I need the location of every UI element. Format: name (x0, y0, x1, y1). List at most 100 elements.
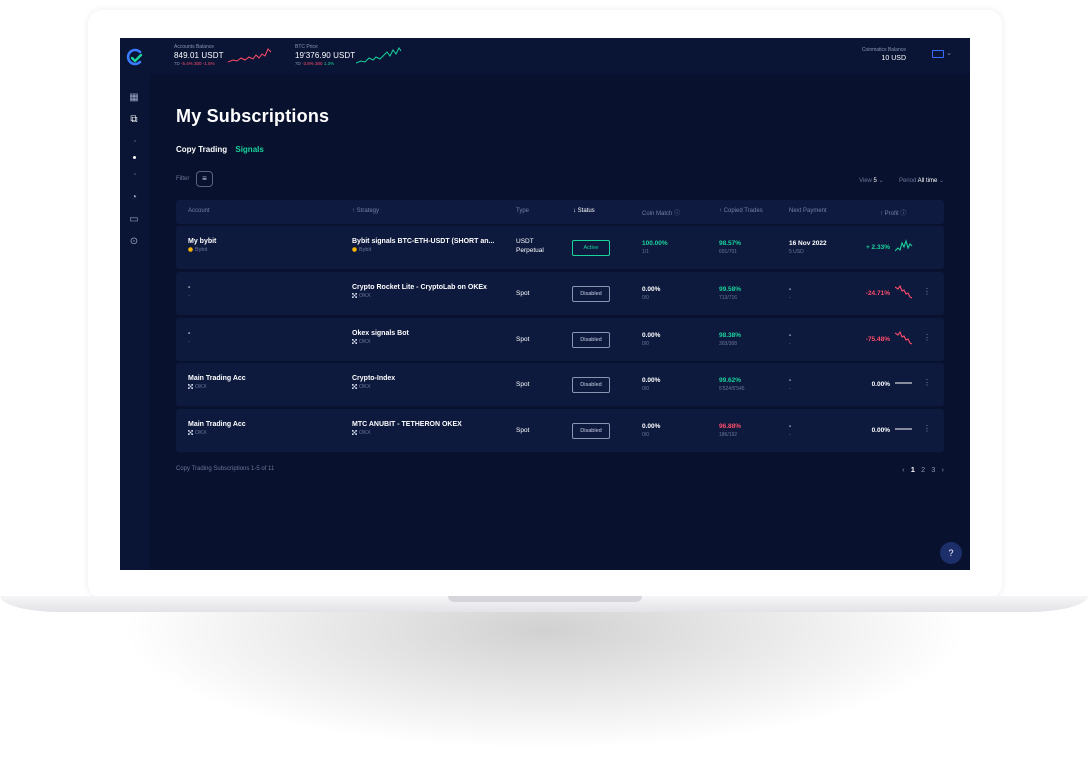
accounts-balance-ticker: Accounts Balance 849.01 USDT 7D -5.4% 30… (174, 44, 224, 66)
next-payment-date: - (789, 286, 792, 293)
cell-strategy[interactable]: Okex signals Bot OKX (352, 330, 409, 345)
cell-copied-trades: 98.38% 303/308 (719, 332, 741, 347)
header-status[interactable]: ↓ Status (573, 208, 595, 214)
header-copied-trades[interactable]: ↑ Copied Trades (719, 208, 763, 214)
table-row[interactable]: - - Crypto Rocket Lite - CryptoLab on OKEx… (176, 272, 944, 315)
filter-button[interactable]: ≡ (196, 171, 213, 187)
profit-value: 0.00% (871, 381, 890, 388)
cell-next-payment: -- (789, 423, 791, 438)
header-next-payment[interactable]: Next Payment (789, 208, 827, 214)
bybit-exchange-icon (352, 247, 357, 252)
row-menu-kebab-icon[interactable]: ⋮ (923, 287, 931, 296)
account-name: My bybit (188, 238, 217, 245)
okx-exchange-icon (352, 430, 357, 436)
info-icon: ⓘ (900, 211, 907, 217)
help-circle-icon[interactable]: ⊙ (128, 236, 140, 248)
profit-sparkline (895, 285, 913, 299)
help-fab-icon[interactable]: ? (940, 542, 962, 564)
cell-coin-match: 0.00% 0/0 (642, 423, 660, 438)
cell-account: -- (188, 330, 190, 345)
page-3[interactable]: 3 (931, 465, 935, 474)
period-chevron-icon[interactable]: ⌄ (939, 178, 944, 184)
profit-sparkline (895, 331, 913, 345)
strategy-exchange: OKX (352, 430, 462, 436)
strategy-exchange: OKX (352, 384, 395, 390)
cell-copied-trades: 99.62% 5'524/5'545 (719, 377, 745, 392)
copied-trades-count: 303/308 (719, 341, 738, 347)
table-header: Account ↑ Strategy Type ↓ Status Coin Ma… (176, 200, 944, 224)
view-chevron-icon[interactable]: ⌄ (879, 178, 884, 184)
table-row[interactable]: Main Trading Acc OKX Crypto-Index OKX Spot Di… (176, 363, 944, 406)
dashboard-icon[interactable]: ▦ (128, 92, 140, 104)
next-payment-amount: - (789, 386, 791, 392)
cell-strategy[interactable]: Bybit signals BTC-ETH-USDT (SHORT an... B… (352, 238, 494, 253)
next-page-chevron-icon[interactable]: › (942, 465, 945, 474)
period-select[interactable]: All time (918, 178, 938, 184)
coin-match-count: 0/0 (642, 295, 649, 301)
page-2[interactable]: 2 (921, 465, 925, 474)
account-exchange: Bybit (188, 247, 216, 253)
header-strategy[interactable]: ↑ Strategy (352, 208, 379, 214)
copied-trades-pct: 96.88% (719, 423, 742, 430)
cell-type: Spot (516, 426, 529, 435)
type-line-1: Spot (516, 336, 530, 343)
page-1[interactable]: 1 (911, 465, 915, 474)
status-badge[interactable]: Active (572, 240, 610, 256)
language-flag-icon[interactable] (932, 50, 944, 58)
table-row[interactable]: Main Trading Acc OKX MTC ANUBIT - TETHERON… (176, 409, 944, 452)
header-profit[interactable]: ↑ Profit ⓘ (880, 208, 906, 217)
prev-page-chevron-icon[interactable]: ‹ (902, 465, 905, 474)
cell-strategy[interactable]: Crypto Rocket Lite - CryptoLab on OKEx OK… (352, 284, 487, 299)
tab-copy-trading[interactable]: Copy Trading (176, 145, 227, 154)
next-payment-amount: - (789, 295, 791, 301)
strategy-name[interactable]: Okex signals Bot (352, 330, 409, 337)
strategy-name[interactable]: Bybit signals BTC-ETH-USDT (SHORT an... (352, 238, 494, 245)
account-name: - (188, 330, 191, 337)
language-chevron-down-icon[interactable]: ⌄ (946, 49, 952, 57)
row-menu-kebab-icon[interactable]: ⋮ (923, 378, 931, 387)
type-line-1: USDT (516, 238, 534, 245)
table-row[interactable]: My bybit Bybit Bybit signals BTC-ETH-USDT … (176, 226, 944, 269)
coin-match-pct: 0.00% (642, 286, 661, 293)
cell-strategy[interactable]: Crypto-Index OKX (352, 375, 395, 390)
status-badge[interactable]: Disabled (572, 286, 610, 302)
strategy-name[interactable]: Crypto-Index (352, 375, 395, 382)
coinmatics-logo-icon[interactable] (126, 48, 144, 66)
cell-account: Main Trading Acc OKX (188, 375, 246, 390)
next-payment-date: - (789, 423, 792, 430)
filter-label: Filter (176, 176, 190, 182)
header-coin-match[interactable]: Coin Match ⓘ (642, 208, 680, 217)
cell-strategy[interactable]: MTC ANUBIT - TETHERON OKEX OKX (352, 421, 462, 436)
strategy-name[interactable]: MTC ANUBIT - TETHERON OKEX (352, 421, 462, 428)
strategies-icon[interactable]: ◔ (128, 192, 140, 204)
header-account[interactable]: Account (188, 208, 210, 214)
coin-match-count: 1/1 (642, 249, 649, 255)
info-icon: ⓘ (674, 211, 681, 217)
view-select[interactable]: 5 (874, 178, 877, 184)
status-badge[interactable]: Disabled (572, 332, 610, 348)
strategy-exchange: OKX (352, 339, 409, 345)
strategy-name[interactable]: Crypto Rocket Lite - CryptoLab on OKEx (352, 284, 487, 291)
cell-coin-match: 0.00% 0/0 (642, 332, 660, 347)
subscriptions-icon[interactable]: ⧉ (128, 114, 140, 126)
pagination-summary: Copy Trading Subscriptions 1-5 of 11 (176, 466, 275, 472)
tab-signals[interactable]: Signals (235, 145, 263, 154)
wallet-icon[interactable]: ▭ (128, 214, 140, 226)
row-menu-kebab-icon[interactable]: ⋮ (923, 333, 931, 342)
btc-price-value: 19'376.90 USDT (295, 51, 356, 60)
okx-exchange-icon (188, 384, 193, 390)
accounts-balance-change: 7D -5.4% 300 -1.5% (174, 61, 215, 66)
status-badge[interactable]: Disabled (572, 377, 610, 393)
account-name: - (188, 284, 191, 291)
cell-type: USDT Perpetual (516, 237, 544, 255)
cell-type: Spot (516, 289, 529, 298)
coin-match-count: 0/0 (642, 341, 649, 347)
header-type[interactable]: Type (516, 208, 529, 214)
status-badge[interactable]: Disabled (572, 423, 610, 439)
cell-account: My bybit Bybit (188, 238, 216, 253)
table-row[interactable]: - - Okex signals Bot OKX Spot Disabled 0.00% 0/… (176, 318, 944, 361)
next-payment-date: - (789, 377, 792, 384)
coin-match-count: 0/0 (642, 432, 649, 438)
account-name: Main Trading Acc (188, 421, 246, 428)
row-menu-kebab-icon[interactable]: ⋮ (923, 424, 931, 433)
